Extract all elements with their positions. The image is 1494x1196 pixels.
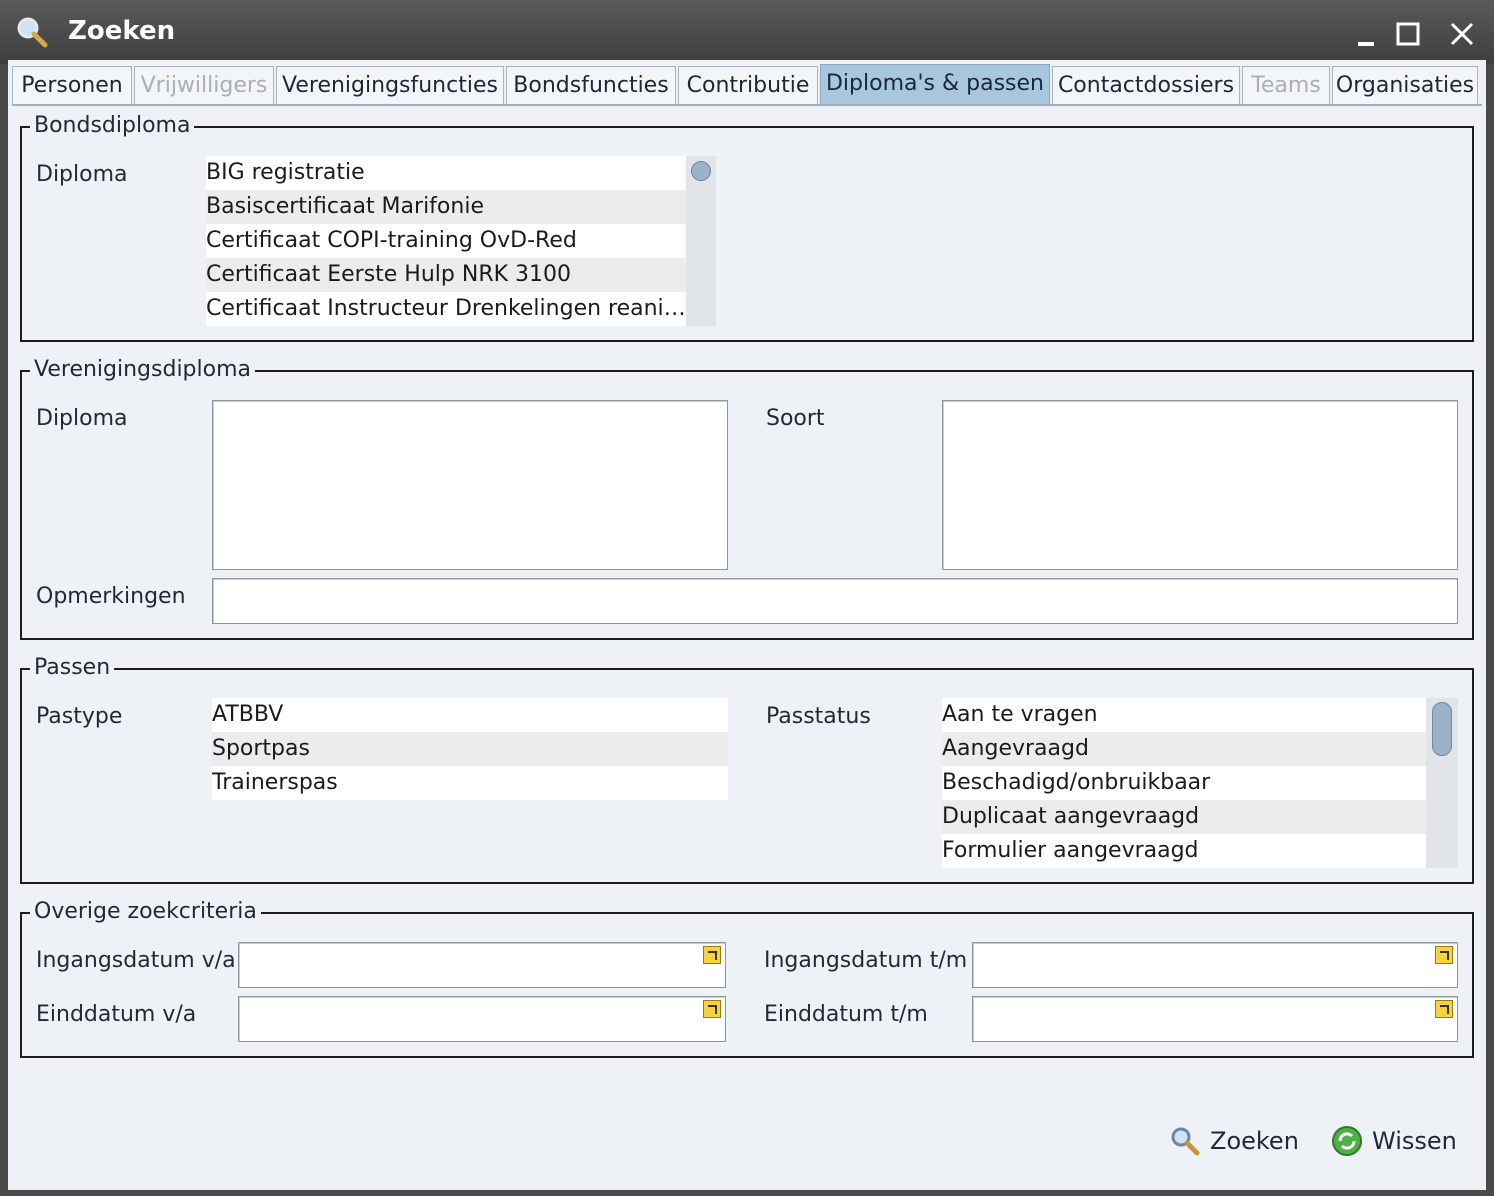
- list-item[interactable]: Formulier aangevraagd: [942, 834, 1426, 868]
- verenigingsdiploma-group: Verenigingsdiploma Diploma Soort Opmerki…: [20, 357, 1474, 640]
- pastype-label: Pastype: [36, 704, 123, 729]
- einddatum-va-label: Einddatum v/a: [36, 1002, 197, 1027]
- tab-personen[interactable]: Personen: [12, 66, 132, 104]
- passtatus-list[interactable]: Aan te vragen Aangevraagd Beschadigd/onb…: [942, 698, 1426, 868]
- bondsdiploma-list[interactable]: BIG registratie Basiscertificaat Marifon…: [206, 156, 686, 326]
- passen-group: Passen Pastype ATBBV Sportpas Trainerspa…: [20, 655, 1474, 884]
- verenigingsdiploma-legend: Verenigingsdiploma: [30, 357, 256, 382]
- opmerkingen-label: Opmerkingen: [36, 584, 186, 609]
- tab-verenigingsfuncties[interactable]: Verenigingsfuncties: [276, 66, 504, 104]
- tab-vrijwilligers[interactable]: Vrijwilligers: [134, 66, 274, 104]
- tab-diplomas-passen[interactable]: Diploma's & passen: [820, 64, 1050, 106]
- overige-legend: Overige zoekcriteria: [30, 899, 261, 924]
- passen-legend: Passen: [30, 655, 115, 680]
- bondsdiploma-scrollbar[interactable]: [686, 156, 716, 326]
- passtatus-scrollbar[interactable]: [1426, 698, 1458, 868]
- date-picker-icon[interactable]: [1435, 1000, 1453, 1018]
- tab-contactdossiers[interactable]: Contactdossiers: [1052, 66, 1240, 104]
- recycle-icon: [1332, 1126, 1362, 1156]
- list-item[interactable]: Duplicaat aangevraagd: [942, 800, 1426, 834]
- clear-button-label: Wissen: [1372, 1127, 1457, 1155]
- einddatum-va-input[interactable]: [238, 996, 726, 1042]
- ingangsdatum-va-label: Ingangsdatum v/a: [36, 948, 236, 973]
- diploma-label: Diploma: [36, 162, 128, 187]
- dialog-body: Personen Vrijwilligers Verenigingsfuncti…: [8, 60, 1486, 1190]
- verenigingsdiploma-list[interactable]: [212, 400, 728, 570]
- tab-organisaties[interactable]: Organisaties: [1332, 66, 1478, 104]
- date-picker-icon[interactable]: [1435, 946, 1453, 964]
- ingangsdatum-tm-input[interactable]: [972, 942, 1458, 988]
- einddatum-tm-label: Einddatum t/m: [764, 1002, 928, 1027]
- list-item[interactable]: Trainerspas: [212, 766, 728, 800]
- scroll-thumb[interactable]: [691, 161, 711, 181]
- title-bar: Zoeken: [0, 0, 1494, 64]
- list-item[interactable]: Certificaat Instructeur Drenkelingen rea…: [206, 292, 686, 326]
- tab-bondsfuncties[interactable]: Bondsfuncties: [506, 66, 676, 104]
- opmerkingen-input[interactable]: [212, 578, 1458, 624]
- bondsdiploma-group: Bondsdiploma Diploma BIG registratie Bas…: [20, 113, 1474, 342]
- date-picker-icon[interactable]: [703, 1000, 721, 1018]
- search-button[interactable]: Zoeken: [1168, 1124, 1299, 1158]
- ingangsdatum-tm-label: Ingangsdatum t/m: [764, 948, 968, 973]
- tab-contributie[interactable]: Contributie: [678, 66, 818, 104]
- minimize-icon[interactable]: [1346, 14, 1386, 54]
- list-item[interactable]: Certificaat Eerste Hulp NRK 3100: [206, 258, 686, 292]
- diploma-label: Diploma: [36, 406, 128, 431]
- scroll-thumb[interactable]: [1432, 702, 1452, 756]
- list-item[interactable]: Sportpas: [212, 732, 728, 766]
- search-icon: [1171, 1127, 1200, 1156]
- list-item[interactable]: ATBBV: [212, 698, 728, 732]
- soort-list[interactable]: [942, 400, 1458, 570]
- list-item[interactable]: Aangevraagd: [942, 732, 1426, 766]
- bondsdiploma-legend: Bondsdiploma: [30, 113, 195, 138]
- list-item[interactable]: Basiscertificaat Marifonie: [206, 190, 686, 224]
- search-icon: [17, 17, 48, 48]
- tab-teams[interactable]: Teams: [1242, 66, 1330, 104]
- list-item[interactable]: BIG registratie: [206, 156, 686, 190]
- ingangsdatum-va-input[interactable]: [238, 942, 726, 988]
- close-icon[interactable]: [1442, 14, 1482, 54]
- overige-group: Overige zoekcriteria Ingangsdatum v/a In…: [20, 899, 1474, 1058]
- maximize-icon[interactable]: [1388, 14, 1428, 54]
- search-window: Zoeken Personen Vrijwilligers Vereniging…: [0, 0, 1494, 1196]
- search-button-label: Zoeken: [1210, 1127, 1299, 1155]
- clear-button[interactable]: Wissen: [1330, 1124, 1457, 1158]
- einddatum-tm-input[interactable]: [972, 996, 1458, 1042]
- soort-label: Soort: [766, 406, 825, 431]
- date-picker-icon[interactable]: [703, 946, 721, 964]
- passtatus-label: Passtatus: [766, 704, 871, 729]
- list-item[interactable]: Aan te vragen: [942, 698, 1426, 732]
- list-item[interactable]: Certificaat COPI-training OvD-Red: [206, 224, 686, 258]
- list-item[interactable]: Beschadigd/onbruikbaar: [942, 766, 1426, 800]
- tab-divider: [12, 104, 1482, 106]
- window-title: Zoeken: [68, 16, 176, 46]
- pastype-list[interactable]: ATBBV Sportpas Trainerspas: [212, 698, 728, 800]
